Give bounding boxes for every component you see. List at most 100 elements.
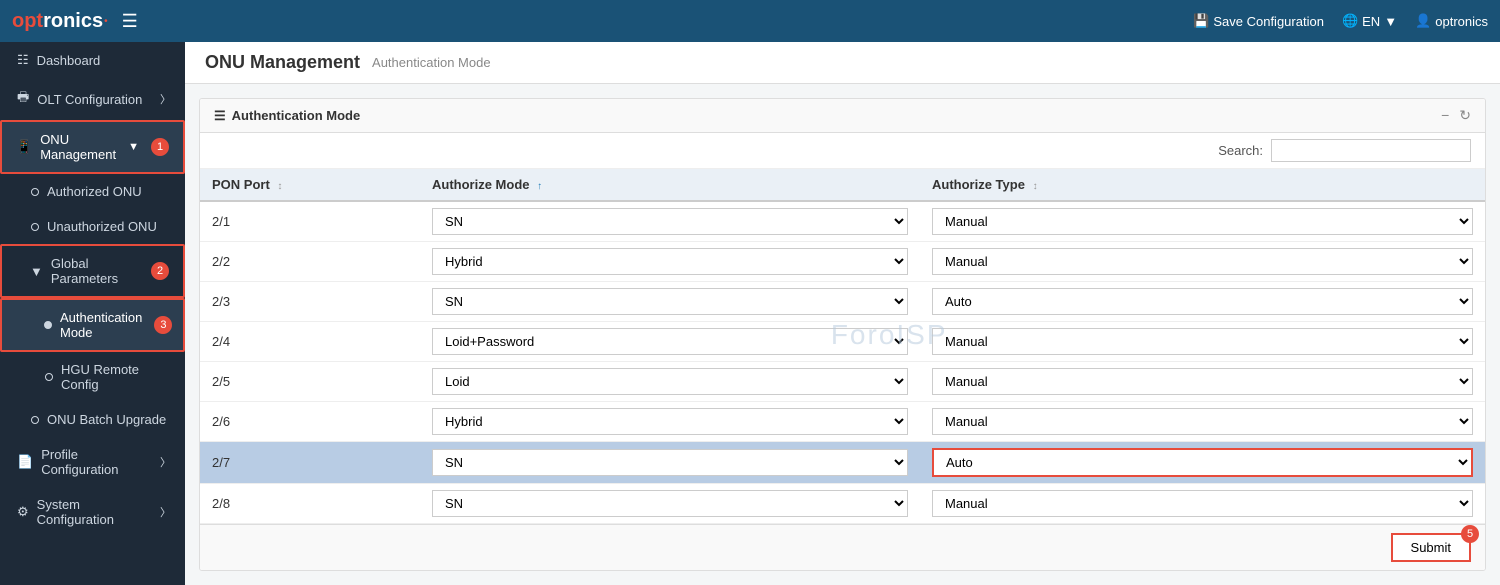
authorize-mode-select[interactable]: SNHybridLoid+PasswordLoidSN+Loid: [432, 288, 908, 315]
sidebar-item-label: Unauthorized ONU: [47, 219, 157, 234]
card-actions: − ↻: [1441, 107, 1471, 124]
sidebar-item-authorized-onu[interactable]: Authorized ONU: [0, 174, 185, 209]
badge-5: 5: [1461, 525, 1479, 543]
page-subtitle: Authentication Mode: [372, 55, 491, 70]
sidebar-item-onu-batch[interactable]: ONU Batch Upgrade: [0, 402, 185, 437]
cell-pon-port: 2/7: [200, 442, 420, 484]
table-row: 2/3 SNHybridLoid+PasswordLoidSN+Loid Manua…: [200, 282, 1485, 322]
dashboard-icon: ☷: [17, 52, 29, 68]
logo: optronics•: [12, 10, 108, 33]
language-selector[interactable]: 🌐 EN ▼: [1342, 13, 1397, 29]
olt-icon: 🖶: [17, 88, 29, 110]
authorize-mode-select[interactable]: SNHybridLoid+PasswordLoidSN+Loid: [432, 408, 908, 435]
table-row: 2/6SNHybridLoid+PasswordLoidSN+LoidManua…: [200, 402, 1485, 442]
card-title: ☰ Authentication Mode: [214, 108, 360, 124]
cell-authorize-type: ManualAuto: [920, 201, 1485, 242]
card-footer: Submit 5: [200, 524, 1485, 570]
authorize-type-select[interactable]: ManualAuto: [932, 208, 1473, 235]
page-title: ONU Management: [205, 52, 360, 73]
cell-pon-port: 2/1: [200, 201, 420, 242]
authorize-type-select[interactable]: ManualAuto: [932, 248, 1473, 275]
sidebar-item-label: OLT Configuration: [37, 92, 142, 107]
authorize-type-select[interactable]: ManualAuto: [932, 408, 1473, 435]
authorize-type-select[interactable]: ManualAuto: [932, 288, 1473, 315]
cell-authorize-type: ManualAuto: [920, 442, 1485, 484]
username-label: optronics: [1435, 14, 1488, 29]
table-body: 2/1 SNHybridLoid+PasswordLoidSN+Loid Manua…: [200, 201, 1485, 524]
sort-icon-pon[interactable]: ↕: [277, 181, 282, 192]
authorize-mode-select[interactable]: SNHybridLoid+PasswordLoidSN+Loid: [432, 368, 908, 395]
authorize-type-select[interactable]: ManualAuto: [932, 490, 1473, 517]
authorize-mode-select[interactable]: SNHybridLoid+PasswordLoidSN+Loid: [432, 328, 908, 355]
dot-icon: [45, 373, 53, 381]
dot-icon: [31, 416, 39, 424]
sidebar: ☷ Dashboard 🖶 OLT Configuration 〉 📱 ONU …: [0, 42, 185, 585]
minimize-icon[interactable]: −: [1441, 107, 1449, 124]
authorize-type-select[interactable]: ManualAuto: [932, 328, 1473, 355]
sidebar-item-label: System Configuration: [37, 497, 152, 527]
sidebar-item-hgu-remote[interactable]: HGU Remote Config: [0, 352, 185, 402]
sidebar-item-system-config[interactable]: ⚙ System Configuration 〉: [0, 487, 185, 537]
cell-authorize-mode: SNHybridLoid+PasswordLoidSN+Loid: [420, 442, 920, 484]
cell-authorize-mode: SNHybridLoid+PasswordLoidSN+Loid: [420, 484, 920, 524]
authorize-mode-select[interactable]: SNHybridLoid+PasswordLoidSN+Loid: [432, 449, 908, 476]
chevron-right-icon: 〉: [160, 91, 171, 107]
cell-authorize-mode: SNHybridLoid+PasswordLoidSN+Loid: [420, 322, 920, 362]
sidebar-item-onu-management[interactable]: 📱 ONU Management ▼ 1: [0, 120, 185, 174]
logo-dot: •: [104, 16, 108, 27]
authorize-mode-select[interactable]: SNHybridLoid+PasswordLoidSN+Loid: [432, 208, 908, 235]
search-input[interactable]: [1271, 139, 1471, 162]
authorize-type-select[interactable]: ManualAuto: [932, 368, 1473, 395]
cell-authorize-type: ManualAuto: [920, 282, 1485, 322]
cell-authorize-mode: SNHybridLoid+PasswordLoidSN+Loid: [420, 201, 920, 242]
cell-pon-port: 2/8: [200, 484, 420, 524]
user-menu[interactable]: 👤 optronics: [1415, 13, 1488, 29]
sidebar-item-global-params[interactable]: ▼ Global Parameters 2: [0, 244, 185, 298]
save-config-label: Save Configuration: [1213, 14, 1324, 29]
submit-label: Submit: [1411, 540, 1451, 555]
authorize-mode-select[interactable]: SNHybridLoid+PasswordLoidSN+Loid: [432, 248, 908, 275]
save-config-button[interactable]: 💾 Save Configuration: [1193, 13, 1324, 29]
submit-button[interactable]: Submit 5: [1391, 533, 1471, 562]
hamburger-icon[interactable]: ☰: [122, 11, 138, 32]
system-icon: ⚙: [17, 504, 29, 520]
cell-pon-port: 2/4: [200, 322, 420, 362]
sidebar-item-label: Global Parameters: [51, 256, 139, 286]
content-area: ONU Management Authentication Mode ForoI…: [185, 42, 1500, 585]
dot-icon-active: [44, 321, 52, 329]
table-row: 2/8 SNHybridLoid+PasswordLoidSN+Loid Manua…: [200, 484, 1485, 524]
badge-3: 3: [154, 316, 172, 334]
main-layout: ☷ Dashboard 🖶 OLT Configuration 〉 📱 ONU …: [0, 42, 1500, 585]
refresh-icon[interactable]: ↻: [1459, 107, 1471, 124]
cell-pon-port: 2/3: [200, 282, 420, 322]
chevron-right-icon: 〉: [160, 454, 171, 470]
table-row: 2/5 SNHybridLoid+PasswordLoidSN+Loid Manua…: [200, 362, 1485, 402]
sidebar-item-profile-config[interactable]: 📄 Profile Configuration 〉: [0, 437, 185, 487]
col-pon-port: PON Port ↕: [200, 169, 420, 201]
authorize-type-select[interactable]: ManualAuto: [932, 448, 1473, 477]
globe-icon: 🌐: [1342, 13, 1358, 29]
dot-icon: [31, 223, 39, 231]
cell-authorize-mode: SNHybridLoid+PasswordLoidSN+Loid: [420, 282, 920, 322]
badge-2: 2: [151, 262, 169, 280]
cell-authorize-mode: SNHybridLoid+PasswordLoidSN+Loid: [420, 362, 920, 402]
sidebar-item-label: ONU Management: [40, 132, 120, 162]
sidebar-item-unauthorized-onu[interactable]: Unauthorized ONU: [0, 209, 185, 244]
sidebar-item-olt-config[interactable]: 🖶 OLT Configuration 〉: [0, 78, 185, 120]
sidebar-item-dashboard[interactable]: ☷ Dashboard: [0, 42, 185, 78]
card-header: ☰ Authentication Mode − ↻: [200, 99, 1485, 133]
search-label: Search:: [1218, 143, 1263, 158]
sidebar-item-label: HGU Remote Config: [61, 362, 171, 392]
sort-icon-mode[interactable]: ↑: [537, 181, 542, 192]
onu-icon: 📱: [16, 139, 32, 155]
navbar-right: 💾 Save Configuration 🌐 EN ▼ 👤 optronics: [1193, 13, 1488, 29]
chevron-right-icon: 〉: [160, 504, 171, 520]
table-wrapper: PON Port ↕ Authorize Mode ↑ Authorize Ty…: [200, 169, 1485, 524]
sidebar-item-auth-mode[interactable]: Authentication Mode 3: [0, 298, 185, 352]
authorize-mode-select[interactable]: SNHybridLoid+PasswordLoidSN+Loid: [432, 490, 908, 517]
cell-authorize-type: ManualAuto: [920, 402, 1485, 442]
sidebar-item-label: ONU Batch Upgrade: [47, 412, 166, 427]
cell-pon-port: 2/5: [200, 362, 420, 402]
cell-authorize-type: ManualAuto: [920, 242, 1485, 282]
sort-icon-type[interactable]: ↕: [1033, 181, 1038, 192]
